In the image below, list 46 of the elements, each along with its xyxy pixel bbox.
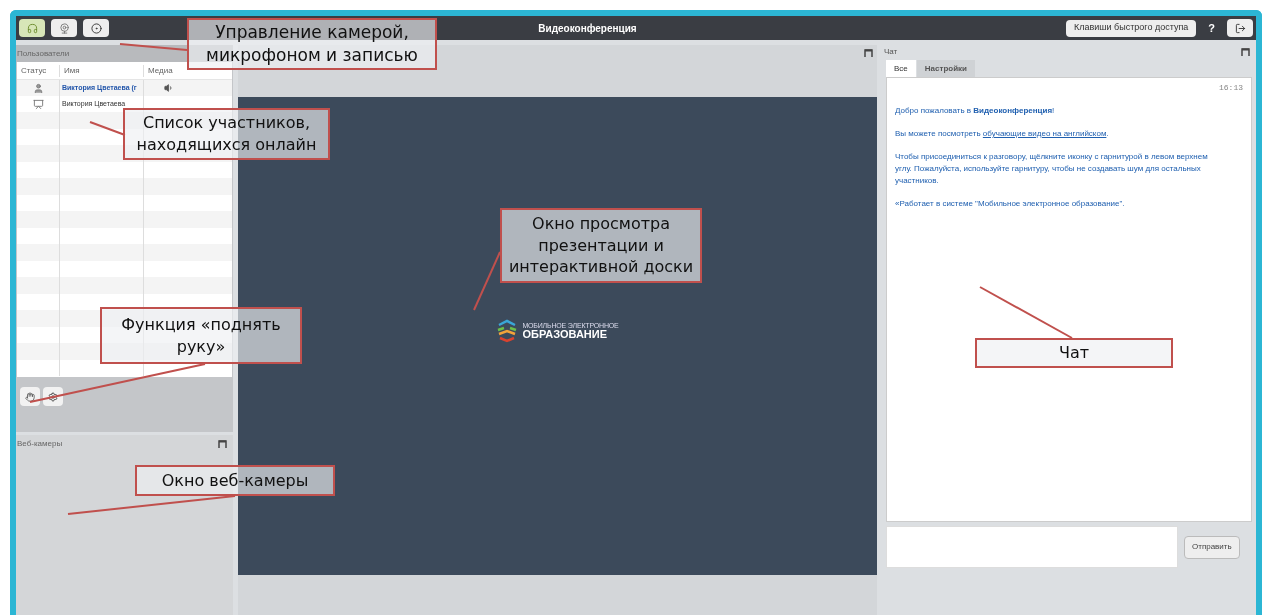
panel-title: Пользователи bbox=[17, 47, 70, 60]
window-icon[interactable] bbox=[864, 49, 873, 57]
chat-message: «Работает в системе "Мобильное электронное образование". bbox=[895, 198, 1126, 210]
record-button[interactable] bbox=[83, 19, 109, 37]
send-button[interactable]: Отправить bbox=[1184, 535, 1240, 559]
window-title: Видеоконференция bbox=[538, 21, 637, 36]
callout: Управление камерой, микрофоном и записью bbox=[187, 18, 437, 70]
speaker-icon bbox=[164, 83, 174, 93]
column-header: Имя bbox=[64, 65, 80, 75]
leader-line bbox=[89, 121, 126, 136]
logo-icon bbox=[496, 319, 519, 343]
exit-icon bbox=[1234, 22, 1246, 34]
panel-title: Чат bbox=[884, 46, 898, 58]
logo-title: ОБРАЗОВАНИЕ bbox=[522, 329, 609, 340]
leader-line bbox=[473, 251, 501, 311]
exit-button[interactable] bbox=[1227, 19, 1253, 37]
raise-hand-button[interactable] bbox=[20, 387, 40, 406]
leader-line bbox=[119, 43, 188, 51]
column-header: Статус bbox=[21, 65, 47, 75]
shortcuts-button[interactable]: Клавиши быстрого доступа bbox=[1066, 19, 1197, 37]
message-input[interactable] bbox=[886, 526, 1178, 568]
hand-icon bbox=[25, 391, 35, 402]
window-icon[interactable] bbox=[1241, 48, 1250, 56]
record-icon bbox=[90, 22, 102, 34]
webcam-button[interactable] bbox=[51, 19, 77, 37]
callout: Функция «поднять руку» bbox=[100, 307, 302, 364]
panel-title: Веб-камеры bbox=[17, 438, 63, 450]
callout: Окно просмотра презентации и интерактивной доски bbox=[500, 208, 702, 283]
headset-icon bbox=[26, 22, 38, 34]
message-time: 16:13 bbox=[1219, 82, 1243, 94]
person-icon bbox=[32, 82, 44, 94]
chat-tab[interactable]: Все bbox=[886, 60, 916, 77]
chat-tab[interactable]: Настройки bbox=[916, 60, 975, 77]
chat-message: Чтобы присоединиться к разговору, щёлкните иконку с гарнитурой в левом верхнем углу. Пожалуйста, используйте гарнитуру, чтобы не создавать шум для остальных участников. bbox=[895, 151, 1209, 187]
settings-icon bbox=[48, 391, 58, 402]
callout: Список участников, находящихся онлайн bbox=[123, 108, 330, 160]
webcam-icon bbox=[58, 22, 70, 34]
callout: Окно веб-камеры bbox=[135, 465, 335, 496]
column-header: Медиа bbox=[148, 65, 173, 75]
help-button[interactable]: ? bbox=[1202, 19, 1221, 37]
chat-message: Добро пожаловать в Видеоконференция! bbox=[895, 105, 1056, 117]
headset-button[interactable] bbox=[19, 19, 45, 37]
callout: Чат bbox=[975, 338, 1173, 368]
chat-message: Вы можете посмотреть обучающие видео на английском. bbox=[895, 128, 1110, 140]
presenter-icon bbox=[32, 98, 44, 110]
window-icon[interactable] bbox=[218, 440, 227, 448]
